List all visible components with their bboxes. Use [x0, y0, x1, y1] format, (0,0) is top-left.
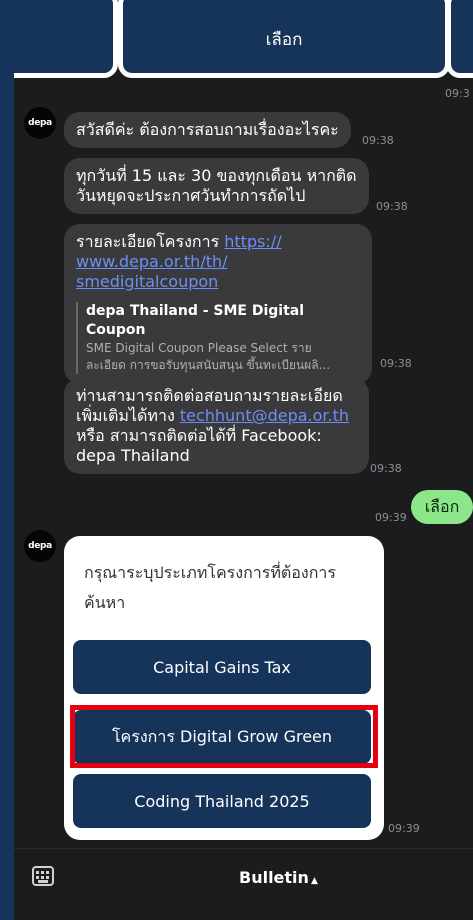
caret-up-icon: ▲ — [310, 876, 318, 886]
message-text: เพิ่มเติมได้ทาง — [76, 406, 180, 425]
project-type-panel: กรุณาระบุประเภทโครงการที่ต้องการค้นหา Ca… — [64, 536, 384, 840]
link-preview[interactable]: depa Thailand - SME Digital Coupon SME D… — [76, 302, 360, 374]
carousel-time: 09:3 — [445, 87, 470, 100]
message-time: 09:38 — [376, 200, 408, 213]
message-text-line: วันหยุดจะประกาศวันทำการถัดไป — [76, 186, 306, 205]
bot-avatar[interactable]: depa — [24, 530, 56, 562]
message-text-line: ท่านสามารถติดต่อสอบถามรายละเอียด — [76, 386, 343, 405]
link-preview-description: SME Digital Coupon Please Select ราย — [86, 341, 312, 355]
user-message-bubble: เลือก — [411, 490, 473, 524]
chat-screen: เลือก 09:3 depa สวัสดีค่ะ ต้องการสอบถามเ… — [14, 0, 473, 920]
bot-avatar[interactable]: depa — [24, 107, 56, 139]
message-time: 09:38 — [370, 462, 402, 475]
panel-time: 09:39 — [388, 822, 420, 835]
panel-prompt: กรุณาระบุประเภทโครงการที่ต้องการค้นหา — [84, 563, 336, 612]
link-preview-description: ละเอียด การขอรับทุนสนับสนุน ขึ้นทะเบียนผ… — [86, 358, 331, 372]
rich-menu-carousel: เลือก — [14, 0, 473, 82]
message-text: สวัสดีค่ะ ต้องการสอบถามเรื่องอะไรคะ — [76, 120, 339, 139]
carousel-select-label: เลือก — [265, 29, 303, 50]
message-schedule: ทุกวันที่ 15 และ 30 ของทุกเดือน หากติด ว… — [64, 158, 369, 214]
email-link[interactable]: techhunt@depa.or.th — [180, 406, 349, 425]
bottom-bar: Bulletin ▲ — [14, 848, 473, 920]
project-link[interactable]: smedigitalcoupon — [76, 272, 218, 291]
keyboard-icon[interactable] — [32, 866, 54, 886]
message-text-line: ทุกวันที่ 15 และ 30 ของทุกเดือน หากติด — [76, 166, 357, 185]
message-text-line: depa Thailand — [76, 446, 190, 465]
carousel-card-left[interactable] — [14, 0, 118, 78]
bulletin-menu-toggle[interactable]: Bulletin ▲ — [239, 868, 318, 887]
message-text: รายละเอียดโครงการ — [76, 232, 225, 251]
option-capital-gains-tax[interactable]: Capital Gains Tax — [73, 640, 371, 694]
carousel-card-select[interactable]: เลือก — [118, 0, 450, 78]
message-greeting: สวัสดีค่ะ ต้องการสอบถามเรื่องอะไรคะ — [64, 112, 351, 148]
project-link[interactable]: www.depa.or.th/th/ — [76, 252, 228, 271]
selection-highlight — [70, 705, 378, 768]
link-preview-title: depa Thailand - SME Digital Coupon — [86, 303, 305, 338]
user-message-text: เลือก — [424, 496, 460, 516]
message-time: 09:38 — [362, 134, 394, 147]
message-project-link: รายละเอียดโครงการ https:// www.depa.or.t… — [64, 224, 372, 384]
message-time: 09:38 — [380, 357, 412, 370]
user-message-time: 09:39 — [375, 511, 407, 524]
message-text-line: หรือ สามารถติดต่อได้ที่ Facebook: — [76, 426, 322, 445]
carousel-card-right[interactable] — [446, 0, 473, 78]
message-contact: ท่านสามารถติดต่อสอบถามรายละเอียด เพิ่มเต… — [64, 378, 369, 474]
bulletin-label: Bulletin — [239, 868, 309, 887]
project-link[interactable]: https:// — [224, 232, 281, 251]
option-coding-thailand[interactable]: Coding Thailand 2025 — [73, 774, 371, 828]
